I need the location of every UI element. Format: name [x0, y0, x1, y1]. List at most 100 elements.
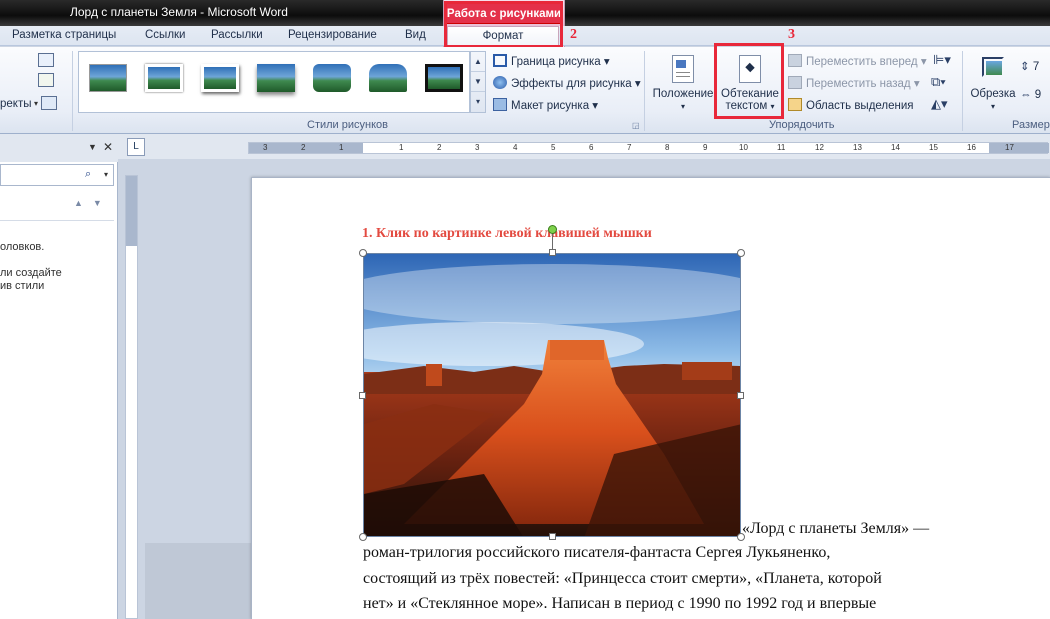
- gallery-more-icon[interactable]: ▾: [471, 92, 485, 112]
- rotate-handle[interactable]: [548, 225, 557, 234]
- send-backward-button[interactable]: Переместить назад ▾: [788, 76, 920, 90]
- rotation-stem: [552, 233, 553, 250]
- annotation-box-wrap-text: [714, 43, 784, 119]
- ruler-tick: 2: [437, 143, 442, 152]
- body-text-line: роман-трилогия российского писателя-фант…: [363, 544, 831, 561]
- dialog-launcher-icon[interactable]: ◲: [632, 121, 640, 130]
- resize-handle[interactable]: [737, 392, 744, 399]
- chevron-down-icon[interactable]: ▼: [88, 142, 97, 152]
- effects-icon: [493, 76, 507, 89]
- align-icon[interactable]: ⊫▾: [933, 52, 951, 68]
- selected-picture[interactable]: [363, 253, 741, 537]
- ruler-tick: 7: [627, 143, 632, 152]
- reset-picture-icon[interactable]: [41, 96, 57, 110]
- nav-search-input[interactable]: ⌕ ▾: [0, 164, 114, 186]
- ruler-tick: 9: [703, 143, 708, 152]
- navigation-pane: ▼ ✕ ⌕ ▾ ▲▼ оловков. ли создайте ив стили: [0, 134, 118, 619]
- resize-handle[interactable]: [549, 249, 556, 256]
- position-button[interactable]: Положение ▾: [652, 53, 714, 112]
- nav-divider: [0, 220, 114, 221]
- bring-forward-icon: [788, 54, 802, 67]
- ruler-tick: 15: [929, 143, 938, 152]
- picture-styles-gallery[interactable]: [78, 51, 470, 113]
- ruler-tick: 5: [551, 143, 556, 152]
- picture-style-thumb[interactable]: [253, 60, 299, 96]
- width-field[interactable]: ⇔ 9: [1020, 89, 1041, 101]
- picture-effects-button[interactable]: Эффекты для рисунка ▾: [493, 76, 641, 90]
- width-icon: ⇔: [1020, 89, 1032, 101]
- resize-handle[interactable]: [359, 533, 367, 541]
- horizontal-ruler[interactable]: 3 2 1 1 2 3 4 5 6 7 8 9 10 11 12 13 14 1…: [248, 142, 1049, 154]
- close-icon[interactable]: ✕: [103, 140, 113, 154]
- ribbon: ректы ▾ ▲ ▼ ▾ Граница рисунка ▾ Эффекты …: [0, 43, 1050, 134]
- group-divider: [962, 51, 963, 131]
- chevron-down-icon: ▾: [34, 99, 39, 108]
- ruler-tick: 8: [665, 143, 670, 152]
- position-icon: [668, 53, 698, 85]
- picture-style-thumb[interactable]: [421, 60, 467, 96]
- resize-handle[interactable]: [737, 249, 745, 257]
- group-icon[interactable]: ⧉▾: [931, 74, 946, 90]
- vertical-ruler[interactable]: [125, 175, 138, 619]
- ruler-tick: 12: [815, 143, 824, 152]
- height-field[interactable]: ⇕ 7: [1020, 59, 1039, 73]
- nav-message: ли создайте: [0, 267, 62, 279]
- resize-handle[interactable]: [359, 249, 367, 257]
- group-divider: [72, 51, 73, 131]
- ruler-tick: 2: [301, 143, 306, 152]
- picture-styles-group-label: Стили рисунков: [307, 119, 388, 131]
- resize-handle[interactable]: [549, 533, 556, 540]
- tab-view[interactable]: Вид: [405, 29, 426, 41]
- body-text-line: «Лорд с планеты Земля» —: [742, 520, 930, 537]
- ruler-tick: 6: [589, 143, 594, 152]
- arrange-group-label: Упорядочить: [769, 119, 835, 131]
- rotate-icon[interactable]: ◭▾: [931, 96, 948, 112]
- nav-message: ив стили: [0, 280, 45, 292]
- resize-handle[interactable]: [359, 392, 366, 399]
- picture-style-thumb[interactable]: [365, 60, 411, 96]
- artistic-effects-partial[interactable]: ректы: [0, 98, 32, 110]
- ruler-tick: 4: [513, 143, 518, 152]
- picture-style-thumb[interactable]: [85, 60, 131, 96]
- compress-icon[interactable]: [38, 53, 54, 67]
- body-text-line: состоящий из трёх повестей: «Принцесса с…: [363, 570, 882, 587]
- chevron-down-icon: ▾: [990, 102, 995, 111]
- nav-message: оловков.: [0, 241, 45, 253]
- ruler-tick: 13: [853, 143, 862, 152]
- gallery-up-icon[interactable]: ▲: [471, 52, 485, 72]
- body-text-line: нет» и «Стеклянное море». Написан в пери…: [363, 595, 877, 612]
- annotation-number-3: 3: [788, 27, 795, 42]
- bring-forward-button[interactable]: Переместить вперед ▾: [788, 54, 927, 68]
- search-icon[interactable]: ⌕: [85, 168, 91, 181]
- crop-button[interactable]: Обрезка ▾: [968, 53, 1018, 112]
- chevron-down-icon[interactable]: ▾: [104, 170, 108, 179]
- send-backward-icon: [788, 76, 802, 89]
- picture-layout-button[interactable]: Макет рисунка ▾: [493, 98, 598, 112]
- ruler-tick: 10: [739, 143, 748, 152]
- crop-icon: [978, 53, 1008, 85]
- tab-mailings[interactable]: Рассылки: [211, 29, 263, 41]
- tab-review[interactable]: Рецензирование: [288, 29, 377, 41]
- tab-selector[interactable]: L: [127, 138, 145, 156]
- gallery-down-icon[interactable]: ▼: [471, 72, 485, 92]
- doc-background: [145, 543, 251, 619]
- ruler-tick: 1: [399, 143, 404, 152]
- tab-page-layout[interactable]: Разметка страницы: [12, 29, 116, 41]
- picture-style-thumb[interactable]: [309, 60, 355, 96]
- height-icon: ⇕: [1020, 61, 1030, 73]
- ruler-tick: 3: [475, 143, 480, 152]
- change-picture-icon[interactable]: [38, 73, 54, 87]
- gallery-scroll[interactable]: ▲ ▼ ▾: [470, 51, 486, 113]
- chevron-down-icon: ▾: [680, 102, 685, 111]
- annotation-box-format: [444, 1, 563, 48]
- selection-pane-button[interactable]: Область выделения: [788, 98, 914, 112]
- picture-style-thumb[interactable]: [141, 60, 187, 96]
- tab-references[interactable]: Ссылки: [145, 29, 186, 41]
- nav-arrows[interactable]: ▲▼: [74, 198, 112, 208]
- ruler-right-margin: [989, 143, 1049, 153]
- size-group-label: Размер: [1012, 119, 1050, 131]
- window-title: Лорд с планеты Земля - Microsoft Word: [70, 5, 288, 19]
- picture-border-button[interactable]: Граница рисунка ▾: [493, 54, 610, 68]
- picture-style-thumb[interactable]: [197, 60, 243, 96]
- ruler-tick: 16: [967, 143, 976, 152]
